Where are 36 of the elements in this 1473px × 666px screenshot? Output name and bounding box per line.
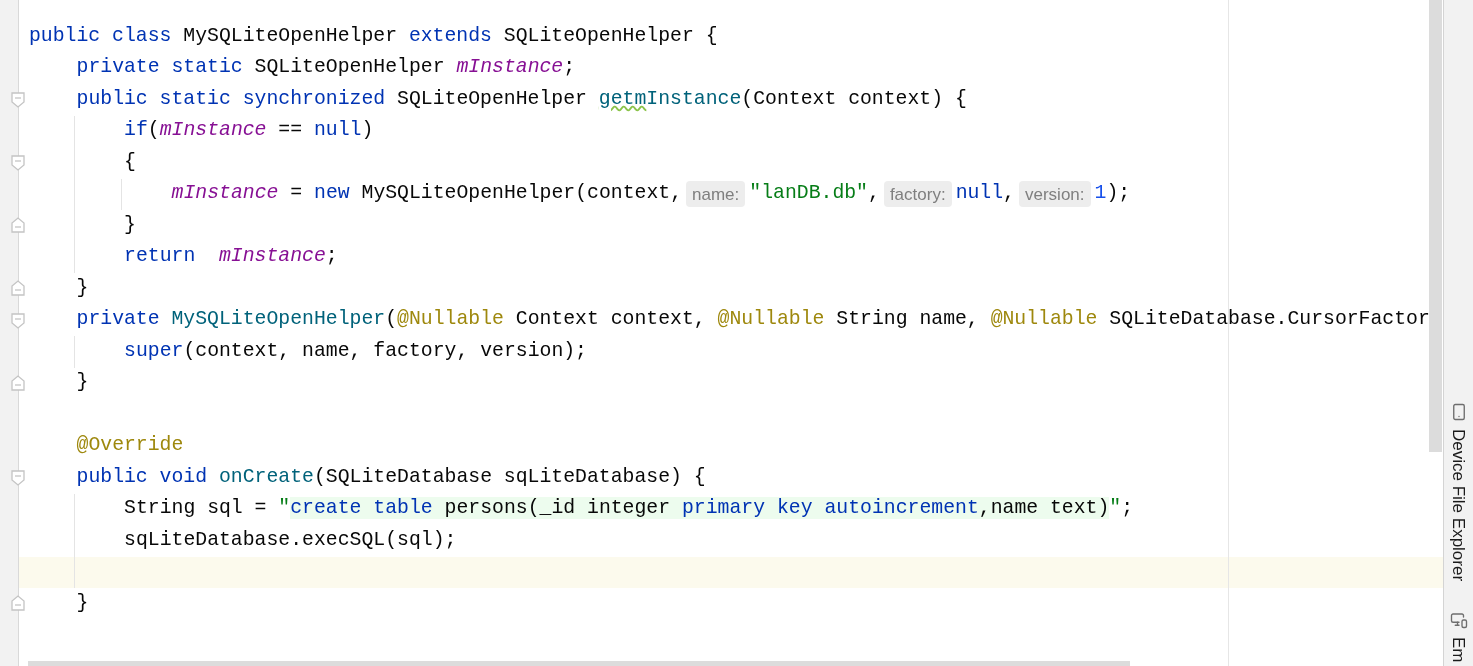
code-text: "lanDB.db", — [749, 181, 880, 207]
code-text: String sql = "create table persons(_id integer primary key autoincrement,name text)"; — [124, 496, 1134, 522]
code-text: } — [124, 212, 136, 238]
code-text: sqLiteDatabase.execSQL(sql); — [124, 527, 457, 553]
scrollbar-thumb[interactable] — [1429, 0, 1442, 452]
code-text: super(context, name, factory, version); — [124, 338, 587, 364]
code-text: public void onCreate(SQLiteDatabase sqLiteDatabase) { — [76, 464, 706, 490]
fold-icon[interactable] — [11, 312, 25, 329]
code-text: } — [76, 370, 89, 396]
devices-icon — [1449, 611, 1468, 630]
code-text: mInstance = new MySQLiteOpenHelper(context, — [171, 181, 683, 207]
unfold-icon[interactable] — [11, 217, 25, 233]
parameter-hint: version: — [1019, 181, 1091, 208]
unfold-icon[interactable] — [11, 374, 25, 391]
parameter-hint: factory: — [883, 181, 952, 208]
code-text: } — [76, 275, 89, 301]
code-text: private MySQLiteOpenHelper(@Nullable Context context, @Nullable String name, @Nullable SQLiteDatabase.CursorFactor — [76, 307, 1430, 333]
fold-icon[interactable] — [11, 92, 25, 108]
fold-icon[interactable] — [11, 155, 25, 171]
code-text: } — [76, 590, 89, 616]
code-text: public class MySQLiteOpenHelper extends SQLiteOpenHelper { — [29, 23, 718, 49]
parameter-hint: name: — [686, 181, 746, 208]
code-text: if(mInstance == null) — [124, 118, 374, 144]
tool-window-tab[interactable]: Device File Explorer — [1445, 403, 1472, 612]
code-text: @Override — [76, 433, 184, 459]
scrollbar-thumb[interactable] — [28, 661, 1130, 666]
code-text: null, — [955, 181, 1015, 207]
code-text: private static SQLiteOpenHelper mInstance; — [76, 55, 576, 81]
code-text: { — [124, 149, 136, 175]
tool-window-tab[interactable]: Em — [1445, 611, 1472, 666]
unfold-icon[interactable] — [11, 595, 25, 611]
code-text: public static synchronized SQLiteOpenHelper getmInstance(Context context) { — [76, 86, 967, 112]
fold-icon[interactable] — [11, 470, 25, 486]
unfold-icon[interactable] — [11, 280, 25, 296]
code-text: 1); — [1094, 181, 1131, 207]
code-text: return mInstance; — [124, 244, 338, 270]
